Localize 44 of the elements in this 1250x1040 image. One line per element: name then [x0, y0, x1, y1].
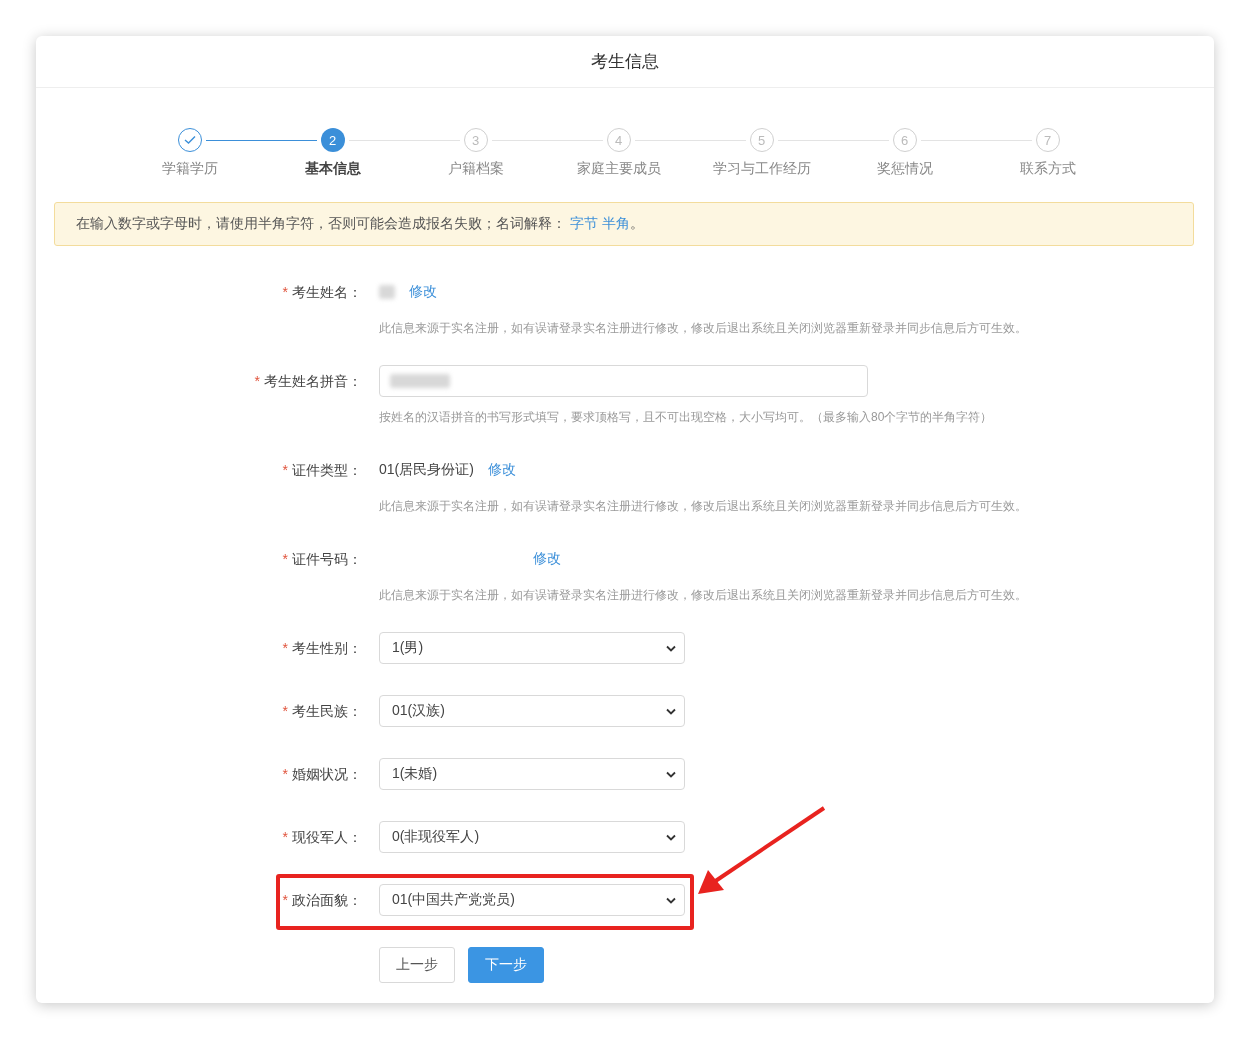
step-label: 基本信息: [304, 160, 361, 178]
step-number: 2: [320, 128, 345, 152]
field-label: * 考生民族：: [282, 703, 362, 719]
step-number: 6: [892, 128, 917, 152]
step-label: 学习与工作经历: [712, 160, 811, 178]
select-field[interactable]: 01(汉族): [379, 695, 685, 727]
chevron-down-icon: [666, 707, 676, 715]
step-number: 3: [463, 128, 488, 152]
hint-text: 此信息来源于实名注册，如有误请登录实名注册进行修改，修改后退出系统且关闭浏览器重新登录并同步信息后方可生效。: [379, 498, 1028, 515]
step-number: 5: [749, 128, 774, 152]
page-title: 考生信息: [591, 51, 659, 73]
step-label: 联系方式: [1019, 160, 1076, 178]
step-number: 4: [606, 128, 631, 152]
chevron-down-icon: [666, 770, 676, 778]
chevron-down-icon: [666, 644, 676, 652]
step-label: 奖惩情况: [876, 160, 933, 178]
step-label: 户籍档案: [447, 160, 504, 178]
chevron-down-icon: [666, 896, 676, 904]
step-label: 家庭主要成员: [576, 160, 661, 178]
field-label: * 考生姓名：: [282, 284, 362, 300]
step-label: 学籍学历: [161, 160, 218, 178]
select-field[interactable]: 0(非现役军人): [379, 821, 685, 853]
field-label: * 考生姓名拼音：: [254, 373, 362, 389]
edit-link[interactable]: 修改: [487, 461, 516, 479]
field-label: * 婚姻状况：: [282, 766, 362, 782]
select-field[interactable]: 1(男): [379, 632, 685, 664]
pinyin-input-field[interactable]: [379, 365, 868, 397]
edit-link[interactable]: 修改: [533, 550, 561, 568]
select-field[interactable]: 1(未婚): [379, 758, 685, 790]
hint-text: 此信息来源于实名注册，如有误请登录实名注册进行修改，修改后退出系统且关闭浏览器重新登录并同步信息后方可生效。: [379, 587, 1028, 604]
select-field[interactable]: 01(中国共产党党员): [379, 884, 685, 916]
back-button[interactable]: 上一步: [379, 947, 455, 983]
field-label: * 政治面貌：: [282, 892, 362, 908]
field-label: * 证件号码：: [282, 551, 362, 567]
field-label: * 考生性别：: [282, 640, 362, 656]
step-number: 7: [1035, 128, 1060, 152]
notice-text: 在输入数字或字母时，请使用半角字符，否则可能会造成报名失败；名词解释： 字节 半角。: [76, 215, 644, 231]
chevron-down-icon: [666, 833, 676, 841]
field-label: * 现役军人：: [282, 829, 362, 845]
field-value: 01(居民身份证): [379, 461, 474, 479]
hint-text: 此信息来源于实名注册，如有误请登录实名注册进行修改，修改后退出系统且关闭浏览器重新登录并同步信息后方可生效。: [379, 320, 1028, 337]
edit-link[interactable]: 修改: [409, 283, 437, 301]
field-label: * 证件类型：: [282, 462, 362, 478]
hint-text: 按姓名的汉语拼音的书写形式填写，要求顶格写，且不可出现空格，大小写均可。（最多输入80个字节的半角字符）: [379, 409, 994, 426]
